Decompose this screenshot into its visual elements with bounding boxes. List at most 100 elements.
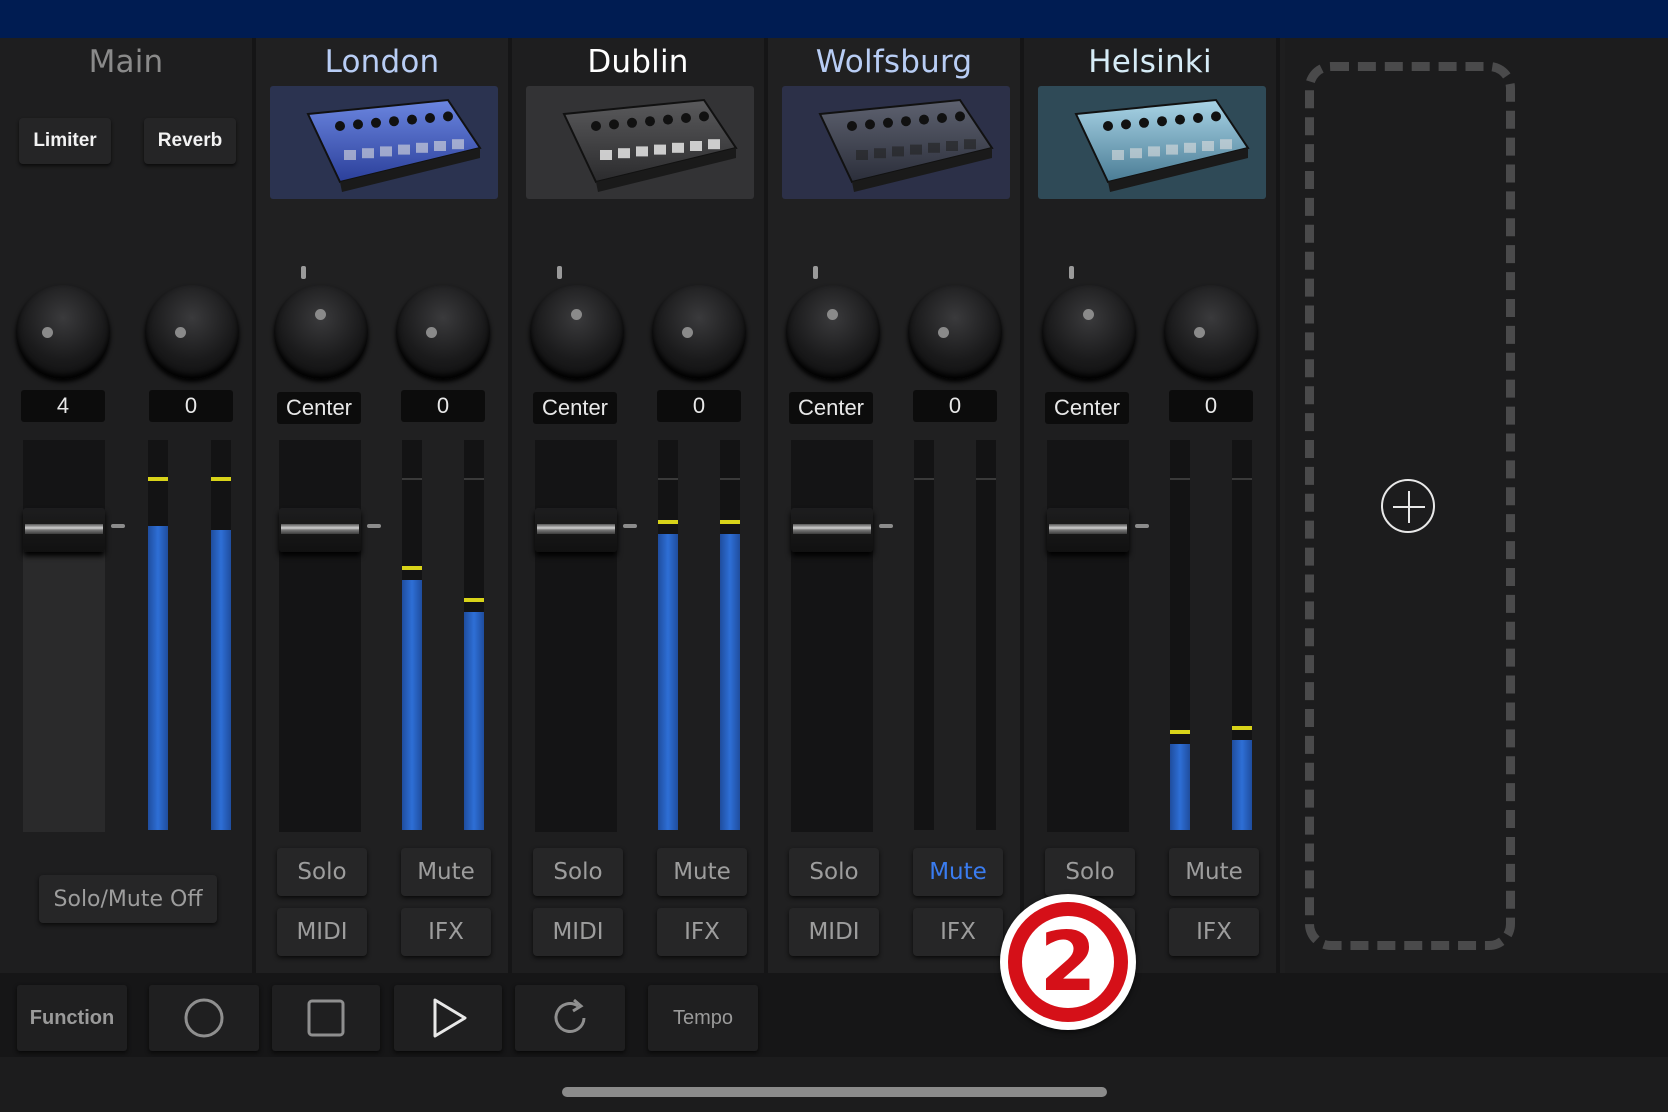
instrument-thumbnail[interactable] bbox=[270, 86, 498, 199]
send-knob[interactable] bbox=[1164, 285, 1258, 379]
main-meter-right bbox=[211, 440, 231, 830]
send-knob[interactable] bbox=[908, 285, 1002, 379]
midi-button[interactable]: MIDI bbox=[277, 908, 367, 956]
volume-fader-handle[interactable] bbox=[1047, 508, 1129, 552]
plus-circle-icon[interactable] bbox=[1381, 479, 1435, 533]
solo-button[interactable]: Solo bbox=[533, 848, 623, 896]
ifx-button[interactable]: IFX bbox=[913, 908, 1003, 956]
volume-fader-handle[interactable] bbox=[791, 508, 873, 552]
meter-level bbox=[658, 534, 678, 830]
channel-strip-dublin: Dublin Center 0 Solo Mute MIDI IFX bbox=[512, 38, 764, 973]
meter-reference bbox=[1170, 478, 1190, 480]
main-knob-1-value: 4 bbox=[21, 390, 105, 422]
mute-button[interactable]: Mute bbox=[1169, 848, 1259, 896]
meter-level bbox=[720, 534, 740, 830]
solo-mute-off-button[interactable]: Solo/Mute Off bbox=[39, 875, 217, 923]
meter-reference bbox=[402, 478, 422, 480]
play-button[interactable] bbox=[394, 985, 502, 1051]
channel-strip-london: London Center 0 Solo Mute MIDI IFX bbox=[256, 38, 508, 973]
main-knob-1[interactable] bbox=[16, 285, 110, 379]
volume-fader-track bbox=[1047, 440, 1129, 832]
pan-value: Center bbox=[789, 392, 873, 424]
instrument-thumbnail[interactable] bbox=[1038, 86, 1266, 199]
meter-reference bbox=[1232, 478, 1252, 480]
channel-title[interactable]: Helsinki bbox=[1024, 44, 1276, 80]
instrument-thumbnail[interactable] bbox=[526, 86, 754, 199]
main-fader-handle[interactable] bbox=[23, 508, 105, 552]
main-meter-left bbox=[148, 440, 168, 830]
meter-peak bbox=[148, 477, 168, 481]
meter-left bbox=[914, 440, 934, 830]
volume-fader-handle[interactable] bbox=[535, 508, 617, 552]
pan-center-tick bbox=[301, 266, 306, 279]
badge-number: 2 bbox=[1039, 915, 1097, 1010]
pan-knob[interactable] bbox=[274, 285, 368, 379]
home-indicator[interactable] bbox=[562, 1087, 1107, 1097]
tempo-button[interactable]: Tempo bbox=[648, 985, 758, 1051]
midi-button[interactable]: MIDI bbox=[789, 908, 879, 956]
pan-knob[interactable] bbox=[1042, 285, 1136, 379]
channel-title[interactable]: Dublin bbox=[512, 44, 764, 80]
limiter-button[interactable]: Limiter bbox=[19, 118, 111, 164]
volume-fader-handle[interactable] bbox=[279, 508, 361, 552]
knob-indicator bbox=[571, 309, 582, 320]
meter-peak bbox=[658, 520, 678, 524]
ifx-button[interactable]: IFX bbox=[657, 908, 747, 956]
solo-button[interactable]: Solo bbox=[789, 848, 879, 896]
meter-level bbox=[1232, 740, 1252, 830]
meter-reference bbox=[658, 478, 678, 480]
instrument-thumbnail[interactable] bbox=[782, 86, 1010, 199]
pan-value: Center bbox=[1045, 392, 1129, 424]
digital-synth-instrument-icon bbox=[818, 98, 994, 192]
main-knob-2[interactable] bbox=[145, 285, 239, 379]
pan-value: Center bbox=[277, 392, 361, 424]
pan-center-tick bbox=[557, 266, 562, 279]
meter-left bbox=[402, 440, 422, 830]
channel-title[interactable]: London bbox=[256, 44, 508, 80]
channel-title[interactable]: Wolfsburg bbox=[768, 44, 1020, 80]
strip-divider bbox=[1276, 38, 1280, 973]
knob-indicator bbox=[426, 327, 437, 338]
send-knob[interactable] bbox=[396, 285, 490, 379]
send-knob[interactable] bbox=[652, 285, 746, 379]
home-area bbox=[0, 1057, 1668, 1112]
meter-peak bbox=[1232, 726, 1252, 730]
knob-indicator bbox=[175, 327, 186, 338]
mute-button[interactable]: Mute bbox=[657, 848, 747, 896]
volume-fader-track bbox=[791, 440, 873, 832]
fader-unity-mark bbox=[879, 524, 893, 528]
step-number-badge: 2 bbox=[1000, 894, 1136, 1030]
channel-strip-helsinki: Helsinki Center 0 Solo Mute IFX bbox=[1024, 38, 1276, 973]
stop-button[interactable] bbox=[272, 985, 380, 1051]
meter-level bbox=[211, 530, 231, 830]
record-circle-icon bbox=[184, 998, 224, 1038]
meter-peak bbox=[464, 598, 484, 602]
ifx-button[interactable]: IFX bbox=[1169, 908, 1259, 956]
meter-peak bbox=[402, 566, 422, 570]
fader-unity-mark bbox=[111, 524, 125, 528]
meter-left bbox=[1170, 440, 1190, 830]
meter-level bbox=[464, 612, 484, 830]
main-title: Main bbox=[88, 44, 164, 80]
function-button[interactable]: Function bbox=[17, 985, 127, 1051]
ifx-button[interactable]: IFX bbox=[401, 908, 491, 956]
meter-peak bbox=[720, 520, 740, 524]
mute-button[interactable]: Mute bbox=[913, 848, 1003, 896]
mute-button[interactable]: Mute bbox=[401, 848, 491, 896]
send-value: 0 bbox=[1169, 390, 1253, 422]
solo-button[interactable]: Solo bbox=[277, 848, 367, 896]
status-bar bbox=[0, 0, 1668, 38]
drum-machine-instrument-icon bbox=[306, 98, 482, 192]
midi-button[interactable]: MIDI bbox=[533, 908, 623, 956]
solo-button[interactable]: Solo bbox=[1045, 848, 1135, 896]
record-button[interactable] bbox=[149, 985, 259, 1051]
pan-knob[interactable] bbox=[530, 285, 624, 379]
loop-button[interactable] bbox=[515, 985, 625, 1051]
pan-center-tick bbox=[813, 266, 818, 279]
knob-indicator bbox=[1083, 309, 1094, 320]
meter-right bbox=[976, 440, 996, 830]
pan-knob[interactable] bbox=[786, 285, 880, 379]
reverb-button[interactable]: Reverb bbox=[144, 118, 236, 164]
volume-fader-track bbox=[279, 440, 361, 832]
send-value: 0 bbox=[657, 390, 741, 422]
